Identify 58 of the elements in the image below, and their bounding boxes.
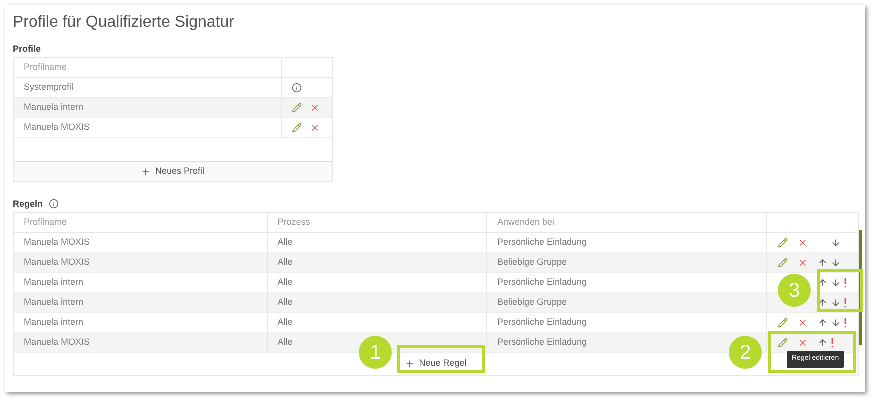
table-cell: Manuela MOXIS [14,233,268,252]
edit-icon[interactable] [292,122,302,132]
table-cell: Persönliche Einladung [487,233,768,252]
move-down-icon[interactable] [831,318,842,328]
table-cell: Alle [268,313,488,332]
delete-icon[interactable] [798,238,808,248]
page-title: Profile für Qualifizierte Signatur [13,13,236,33]
delete-icon[interactable] [310,122,320,132]
table-cell: Persönliche Einladung [487,313,768,332]
column-header: Profilname [14,58,282,77]
move-up-icon[interactable] [818,318,828,328]
table-cell: Manuela intern [14,98,282,117]
callout-badge: 2 [729,336,762,369]
highlight-frame [817,269,863,312]
edit-icon[interactable] [778,318,788,328]
table-cell: Alle [268,233,488,252]
move-up-icon[interactable] [818,338,828,348]
column-header: Profilname [14,213,268,232]
table-cell: Alle [268,273,488,292]
delete-icon[interactable] [798,338,808,348]
move-down-icon[interactable] [831,238,842,248]
move-up-icon[interactable] [818,298,828,308]
table-cell: Manuela intern [14,293,268,312]
edit-icon[interactable] [778,338,788,348]
table-cell: Alle [268,293,488,312]
plus-icon [405,359,416,369]
edit-icon[interactable] [292,102,302,112]
table-cell: Manuela MOXIS [14,253,268,272]
plus-icon [141,166,152,176]
move-down-icon[interactable] [831,298,842,308]
info-icon[interactable] [292,82,302,92]
column-header: Anwenden bei [487,213,768,232]
table-cell: Manuela MOXIS [14,333,268,352]
move-up-icon[interactable] [818,278,828,288]
table-cell: Persönliche Einladung [487,273,768,292]
section-heading: Regeln [13,198,44,210]
info-icon[interactable] [49,199,60,209]
column-header: Prozess [268,213,488,232]
callout-badge: 1 [359,336,392,369]
edit-icon[interactable] [778,258,788,268]
table-cell: Beliebige Gruppe [487,253,768,272]
table-cell: Alle [268,253,488,272]
table-cell: Manuela intern [14,273,268,292]
table-cell: Manuela MOXIS [14,118,282,137]
table-cell: Beliebige Gruppe [487,293,768,312]
table-cell: Systemprofil [14,78,282,97]
delete-icon[interactable] [798,258,808,268]
section-heading: Profile [13,43,42,55]
new-rule-button[interactable]: Neue Regel [399,355,473,373]
scrollbar[interactable] [859,230,862,345]
move-down-icon[interactable] [831,278,842,288]
move-up-icon[interactable] [818,258,828,268]
table-cell: Manuela intern [14,313,268,332]
edit-icon[interactable] [778,238,788,248]
delete-icon[interactable] [310,102,320,112]
delete-icon[interactable] [798,318,808,328]
move-down-icon[interactable] [831,258,842,268]
new-profile-button[interactable]: Neues Profil [14,161,332,181]
